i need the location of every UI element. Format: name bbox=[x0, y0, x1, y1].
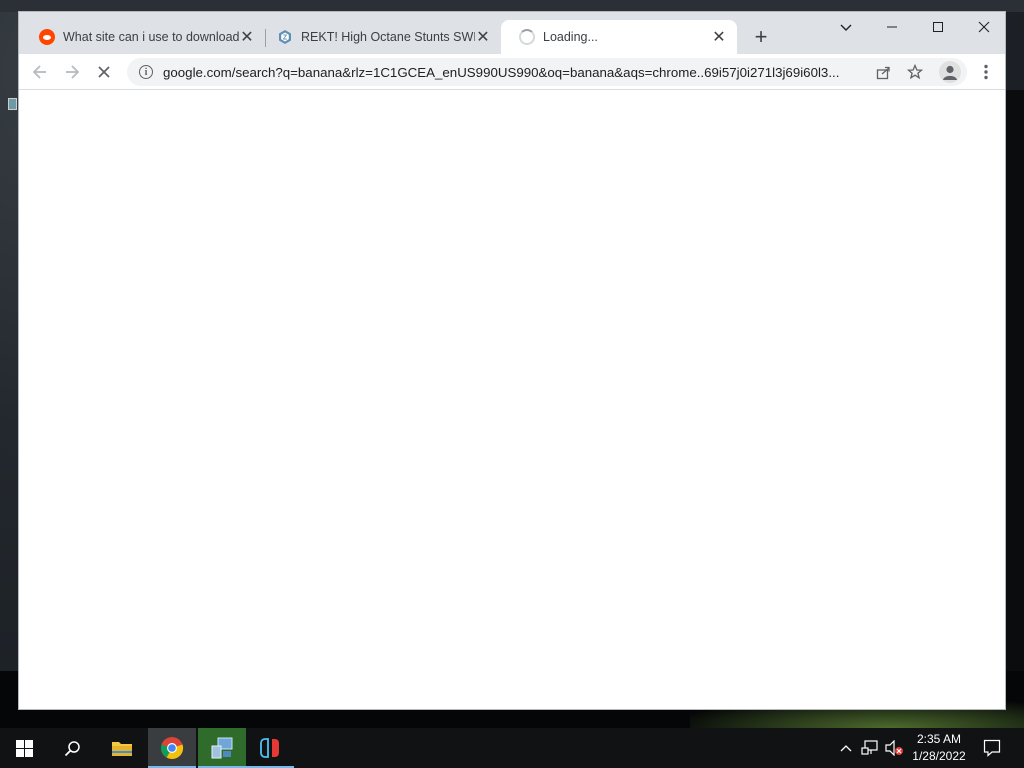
volume-muted-icon bbox=[885, 740, 903, 756]
network-icon bbox=[861, 740, 878, 755]
star-icon bbox=[907, 64, 923, 80]
taskbar-search-button[interactable] bbox=[48, 728, 96, 768]
bookmark-button[interactable] bbox=[903, 60, 927, 84]
action-center-button[interactable] bbox=[982, 738, 1002, 758]
tab-close-icon[interactable]: ✕ bbox=[711, 27, 727, 47]
reddit-icon bbox=[39, 29, 55, 45]
tab-rekt[interactable]: Z REKT! High Octane Stunts SWITC ✕ bbox=[259, 20, 501, 54]
taskbar-file-explorer[interactable] bbox=[98, 728, 146, 768]
chevron-up-icon bbox=[840, 745, 852, 752]
profile-button[interactable] bbox=[939, 61, 961, 83]
desktop-icon-partial[interactable] bbox=[8, 98, 17, 110]
tab-close-icon[interactable]: ✕ bbox=[239, 27, 255, 47]
tab-reddit[interactable]: What site can i use to download ✕ bbox=[21, 20, 265, 54]
close-icon bbox=[978, 21, 990, 33]
taskbar-switch-app[interactable] bbox=[246, 728, 294, 768]
browser-toolbar: i google.com/search?q=banana&rlz=1C1GCEA… bbox=[19, 54, 1005, 90]
taskbar-clock[interactable]: 2:35 AM 1/28/2022 bbox=[906, 731, 972, 765]
control-panel-icon bbox=[211, 737, 233, 759]
chevron-down-icon bbox=[840, 24, 852, 31]
tab-close-icon[interactable]: ✕ bbox=[475, 27, 491, 47]
desktop-edge bbox=[1006, 90, 1024, 671]
page-content-blank[interactable] bbox=[19, 91, 1005, 709]
back-button[interactable] bbox=[25, 57, 55, 87]
minimize-icon bbox=[887, 26, 897, 28]
show-hidden-icons-button[interactable] bbox=[836, 738, 856, 758]
tab-title: REKT! High Octane Stunts SWITC bbox=[301, 30, 475, 44]
forward-arrow-icon bbox=[66, 65, 80, 79]
close-window-button[interactable] bbox=[961, 12, 1007, 42]
taskbar: 2:35 AM 1/28/2022 bbox=[0, 728, 1024, 768]
avatar-icon bbox=[943, 65, 957, 80]
new-tab-button[interactable]: + bbox=[747, 24, 775, 52]
tab-title: What site can i use to download bbox=[63, 30, 239, 44]
windows-start-icon bbox=[15, 739, 33, 757]
minimize-button[interactable] bbox=[869, 12, 915, 42]
taskbar-control-panel[interactable] bbox=[198, 728, 246, 768]
address-url[interactable]: google.com/search?q=banana&rlz=1C1GCEA_e… bbox=[163, 65, 863, 80]
clock-time: 2:35 AM bbox=[916, 732, 962, 746]
chrome-icon bbox=[160, 737, 184, 760]
stop-loading-icon bbox=[98, 66, 110, 78]
svg-text:Z: Z bbox=[283, 35, 288, 42]
share-button[interactable] bbox=[871, 60, 895, 84]
forward-button[interactable] bbox=[57, 57, 87, 87]
maximize-button[interactable] bbox=[915, 12, 961, 42]
clock-date: 1/28/2022 bbox=[912, 749, 966, 763]
menu-button[interactable] bbox=[971, 57, 1001, 87]
address-bar[interactable]: i google.com/search?q=banana&rlz=1C1GCEA… bbox=[127, 58, 967, 86]
stop-button[interactable] bbox=[89, 57, 119, 87]
search-icon bbox=[64, 740, 80, 756]
start-button[interactable] bbox=[0, 728, 48, 768]
back-arrow-icon bbox=[32, 65, 46, 79]
file-explorer-icon bbox=[112, 742, 132, 756]
hexagon-site-icon: Z bbox=[279, 30, 291, 44]
kebab-menu-icon bbox=[984, 64, 988, 80]
notification-icon bbox=[983, 739, 1001, 757]
tab-loading[interactable]: Loading... ✕ bbox=[501, 20, 737, 54]
maximize-icon bbox=[933, 22, 943, 32]
nintendo-switch-icon bbox=[260, 738, 279, 758]
tab-strip: What site can i use to download ✕ Z REKT… bbox=[19, 12, 1005, 54]
volume-button[interactable] bbox=[884, 738, 904, 758]
tab-search-button[interactable] bbox=[823, 12, 869, 42]
network-button[interactable] bbox=[860, 738, 880, 758]
chrome-window: What site can i use to download ✕ Z REKT… bbox=[18, 11, 1006, 710]
taskbar-chrome[interactable] bbox=[148, 728, 196, 768]
loading-spinner-icon bbox=[519, 29, 535, 45]
site-info-icon[interactable]: i bbox=[139, 65, 153, 79]
share-icon bbox=[876, 66, 890, 79]
tab-title: Loading... bbox=[543, 30, 598, 44]
